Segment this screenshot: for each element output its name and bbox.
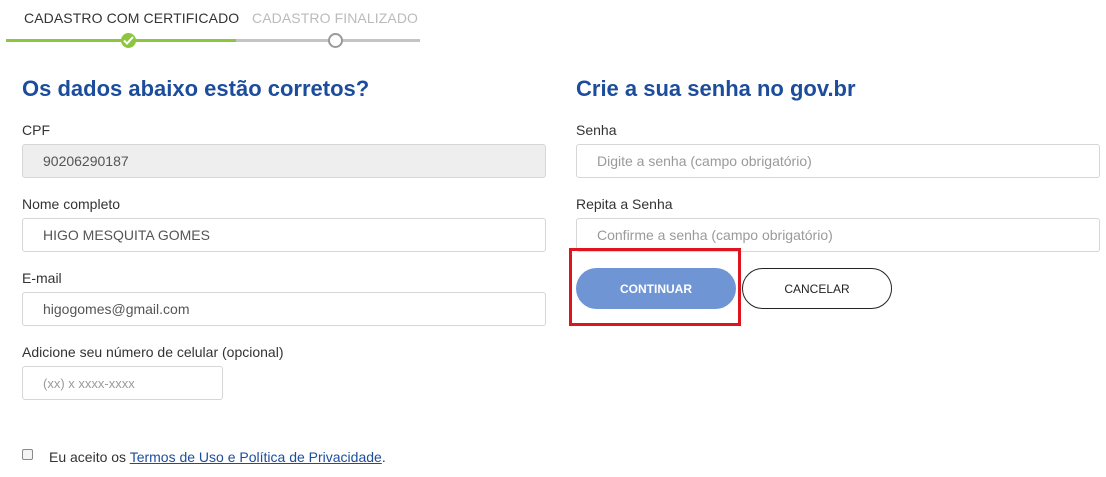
section-title-confirm-data: Os dados abaixo estão corretos? [22,76,370,101]
circle-icon [328,33,343,48]
confirm-password-field[interactable] [576,218,1100,252]
terms-prefix: Eu aceito os [49,449,130,465]
step-label-finalizado: CADASTRO FINALIZADO [252,10,419,26]
section-title-create-password: Crie a sua senha no gov.br [576,76,856,101]
full-name-field[interactable] [22,218,546,252]
continue-button[interactable]: CONTINUAR [576,268,736,309]
cancel-button[interactable]: CANCELAR [742,268,892,309]
phone-label: Adicione seu número de celular (opcional… [22,344,284,360]
cpf-field[interactable] [22,144,546,178]
password-label: Senha [576,122,617,138]
confirm-password-label: Repita a Senha [576,196,673,212]
full-name-label: Nome completo [22,196,121,212]
terms-text: Eu aceito os Termos de Uso e Política de… [49,449,386,465]
terms-suffix: . [381,449,386,465]
terms-link[interactable]: Termos de Uso e Política de Privacidade [130,449,382,465]
check-icon [121,33,136,48]
cpf-label: CPF [22,122,50,138]
password-field[interactable] [576,144,1100,178]
terms-checkbox[interactable] [22,449,33,460]
step-label-certificado: CADASTRO COM CERTIFICADO [24,10,240,26]
email-label: E-mail [22,270,62,286]
phone-field[interactable] [22,366,223,400]
email-field[interactable] [22,292,546,326]
